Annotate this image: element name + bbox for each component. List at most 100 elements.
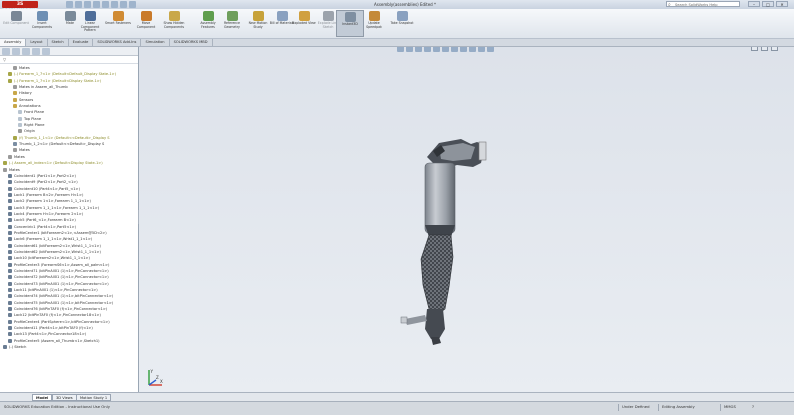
tab-evaluate[interactable]: Evaluate — [69, 39, 94, 46]
dimxpert-tab-icon[interactable] — [32, 48, 40, 55]
tab-assembly[interactable]: Assembly — [0, 39, 27, 46]
tree-filter[interactable]: ▽ — [0, 56, 138, 64]
ribbon-button-4[interactable]: Smart Fasteners — [104, 10, 132, 37]
unit-system[interactable]: MMGS — [724, 404, 736, 410]
tree-item-label: Coincident74 (bitPinAll01 (1)<1>,bitPinC… — [14, 294, 114, 299]
ribbon-button-6[interactable]: Show Hidden Components — [160, 10, 188, 37]
mesh-forearm-sleeve[interactable] — [420, 234, 454, 316]
tree-item-icon — [8, 332, 12, 337]
wrist-and-fingers[interactable] — [400, 309, 445, 345]
print-icon[interactable] — [93, 1, 100, 8]
help-search-input[interactable]: ⌕ Search SolidWorks Help — [666, 1, 740, 8]
tree-item-label: Coincident72 (bitPinAll01 (1)<1>,PinConn… — [14, 275, 109, 280]
status-bar: SOLIDWORKS Education Edition - Instructi… — [0, 401, 794, 415]
quick-access-toolbar — [66, 1, 136, 8]
tree-item-label: (-) Assem_all_index<1> (Default<Display … — [9, 161, 103, 166]
tab-solidworks-add-ins[interactable]: SOLIDWORKS Add-Ins — [93, 39, 142, 46]
undo-icon[interactable] — [102, 1, 109, 8]
speedpak-icon — [368, 11, 380, 21]
explode-line-icon — [322, 11, 334, 21]
tab-3d-views[interactable]: 3D Views — [52, 394, 77, 401]
fastener-icon — [112, 11, 124, 21]
show-hidden-icon — [168, 11, 180, 21]
ribbon-button-8[interactable]: Reference Geometry — [218, 10, 246, 37]
tree-item-icon — [8, 275, 12, 280]
tree-item-label: Lock4 (Forearm H<1>,Forearm 2<1>) — [14, 211, 84, 216]
instant3d-icon — [344, 12, 356, 22]
tree-item-icon — [8, 294, 12, 299]
ribbon-button-14[interactable]: Update Speedpak — [360, 10, 388, 37]
insert-components-icon — [36, 11, 48, 21]
tree-item-icon — [8, 205, 12, 210]
tree-item-label: ProfileCenter3 (ForearmS6<1>,Assem_all_p… — [14, 262, 110, 267]
configurationmanager-tab-icon[interactable] — [22, 48, 30, 55]
tree-item-icon — [8, 199, 12, 204]
ribbon-button-15[interactable]: Take Snapshot — [388, 10, 416, 37]
tab-layout[interactable]: Layout — [26, 39, 48, 46]
tree-item-label: Coincident75 (bitPinAll01 (1)<1>,bitPinC… — [14, 300, 114, 305]
tree-item-label: Concentric1 (Part4<1>,Part5<1>) — [14, 224, 77, 229]
tree-item-icon — [8, 256, 12, 261]
tree-item-icon — [13, 135, 17, 140]
tree-item-icon — [13, 148, 17, 153]
window-controls: – □ ✕ — [748, 1, 788, 7]
new-icon[interactable] — [66, 1, 73, 8]
tree-item-icon — [8, 269, 12, 273]
rebuild-icon[interactable] — [120, 1, 127, 8]
robot-arm-model[interactable] — [139, 47, 794, 392]
tree-item-icon — [8, 173, 12, 178]
close-button[interactable]: ✕ — [776, 1, 788, 7]
tab-solidworks-mbd[interactable]: SOLIDWORKS MBD — [170, 39, 213, 46]
app-logo[interactable]: 3S SOLIDWORKS — [2, 1, 38, 14]
tree-item-label: Mates — [19, 66, 30, 70]
tree-item-label: Lock5 (Part6_<1>,Forearm B<1>) — [14, 218, 76, 223]
ribbon-button-label: Edit Component — [3, 21, 29, 25]
status-divider — [658, 404, 659, 411]
status-editing: Editing Assembly — [662, 404, 695, 409]
tab-motion-study[interactable]: Motion Study 1 — [76, 394, 112, 401]
tree-item-icon — [18, 116, 22, 121]
tab-sketch[interactable]: Sketch — [48, 39, 69, 46]
motion-study-icon — [252, 11, 264, 21]
ribbon-button-label: Reference Geometry — [223, 21, 241, 29]
minimize-button[interactable]: – — [748, 1, 760, 7]
z-axis-label: Z — [156, 375, 159, 380]
ribbon-button-0[interactable]: Edit Component — [2, 10, 30, 37]
tab-model[interactable]: Model — [32, 394, 53, 401]
ribbon-button-label: Update Speedpak — [366, 21, 382, 29]
tree-item-label: Coincident61 (bitForearm2<1>,Wrist1_1_1<… — [14, 243, 101, 248]
select-icon[interactable] — [111, 1, 118, 8]
forearm-cylinder[interactable] — [424, 162, 456, 234]
reference-geometry-icon — [226, 11, 238, 21]
open-icon[interactable] — [75, 1, 82, 8]
tree-item-icon — [3, 345, 7, 350]
tree-item-icon — [13, 104, 17, 109]
ribbon-button-5[interactable]: Move Component — [132, 10, 160, 37]
featuremanager-tab-icon[interactable] — [2, 48, 10, 55]
propertymanager-tab-icon[interactable] — [12, 48, 20, 55]
status-divider — [618, 404, 619, 411]
tree-item-label: Coincident1 (Part1<1>,Part2<1>) — [14, 173, 76, 178]
search-icon[interactable]: ⌕ — [668, 2, 671, 8]
tree-item-icon — [8, 230, 12, 235]
ribbon-button-1[interactable]: Insert Components — [28, 10, 56, 37]
graphics-viewport[interactable]: Y X Z — [139, 47, 794, 392]
tree-item-label: Front Plane — [24, 110, 45, 115]
tree-item-icon — [3, 161, 7, 166]
help-icon[interactable]: ? — [752, 404, 754, 410]
tree-item-label: Mates in Assem_all_Thumb — [19, 85, 68, 90]
ribbon-button-label: Move Component — [136, 21, 156, 29]
tree-item-icon — [8, 154, 12, 159]
mate-icon — [64, 11, 76, 21]
tree-item-label: (-) Sketch — [9, 345, 27, 350]
display-manager-tab-icon[interactable] — [42, 48, 50, 55]
options-icon[interactable] — [129, 1, 136, 8]
tree-item-label: (-) Forearm_1_7<1> (Default<Default_Disp… — [14, 72, 117, 77]
save-icon[interactable] — [84, 1, 91, 8]
tree-item[interactable]: (-) Sketch — [0, 344, 138, 350]
maximize-button[interactable]: □ — [762, 1, 774, 7]
tab-simulation[interactable]: Simulation — [141, 39, 170, 46]
command-manager-tabs: Assembly Layout Sketch Evaluate SOLIDWORKS A… — [0, 39, 794, 47]
tree-item-icon — [13, 85, 17, 90]
ribbon-button-3[interactable]: Linear Component Pattern — [76, 10, 104, 37]
